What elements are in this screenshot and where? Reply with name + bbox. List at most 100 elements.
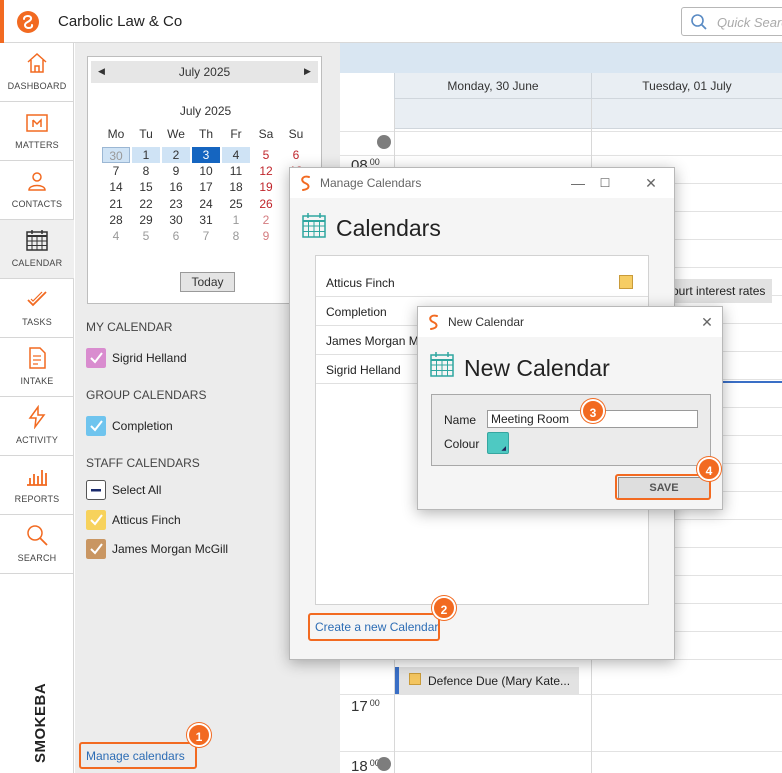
nav-dashboard[interactable]: DASHBOARD xyxy=(0,43,74,102)
today-button[interactable]: Today xyxy=(180,272,235,292)
quick-search-input[interactable]: Quick Search xyxy=(681,7,782,36)
firm-name: Carbolic Law & Co xyxy=(58,13,183,30)
calendar-icon xyxy=(302,213,326,238)
mini-calendar-title: July 2025 xyxy=(179,104,232,118)
calendar-day[interactable]: 1 xyxy=(132,147,160,163)
nav-calendar[interactable]: CALENDAR xyxy=(0,220,74,279)
calendar-day[interactable]: 11 xyxy=(222,163,250,179)
calendar-day[interactable]: 8 xyxy=(132,163,160,179)
calendar-day[interactable]: 30 xyxy=(162,212,190,228)
callout-highlight xyxy=(308,613,440,641)
calendar-day[interactable]: 23 xyxy=(162,196,190,212)
calendar-day[interactable]: 16 xyxy=(162,179,190,195)
name-label: Name xyxy=(444,413,477,427)
calendar-event[interactable]: Defence Due (Mary Kate... xyxy=(395,667,579,694)
calendar-day[interactable]: 26 xyxy=(252,196,280,212)
checkbox-checked-icon xyxy=(86,510,106,530)
callout-badge: 3 xyxy=(581,399,605,423)
intake-doc-icon xyxy=(29,347,46,369)
weekday-label: Su xyxy=(288,127,304,141)
calendar-day[interactable]: 2 xyxy=(162,147,190,163)
colour-picker[interactable]: ◢ xyxy=(487,432,509,454)
scroll-up-icon[interactable] xyxy=(377,135,391,149)
calendar-day[interactable]: 3 xyxy=(192,147,220,163)
my-calendar-heading: MY CALENDAR xyxy=(86,320,173,334)
mini-calendar-header: ◀ July 2025 ▶ xyxy=(91,61,318,83)
calendar-day[interactable]: 29 xyxy=(132,212,160,228)
nav-contacts[interactable]: CONTACTS xyxy=(0,161,74,220)
calendar-event[interactable]: ourt interest rates xyxy=(670,279,772,303)
calendar-day[interactable]: 14 xyxy=(102,179,130,195)
nav-intake[interactable]: INTAKE xyxy=(0,338,74,397)
calendar-day[interactable]: 17 xyxy=(192,179,220,195)
calendar-day[interactable]: 10 xyxy=(192,163,220,179)
calendar-day[interactable]: 4 xyxy=(102,228,130,244)
calendar-day[interactable]: 7 xyxy=(102,163,130,179)
close-icon[interactable]: ✕ xyxy=(642,174,660,192)
all-day-band xyxy=(394,99,782,129)
calendar-day[interactable]: 28 xyxy=(102,212,130,228)
nav-label: MATTERS xyxy=(15,140,59,150)
next-month-icon[interactable]: ▶ xyxy=(304,66,311,77)
nav-label: INTAKE xyxy=(20,376,54,386)
calendar-day[interactable]: 6 xyxy=(162,228,190,244)
checkbox-checked-icon xyxy=(86,416,106,436)
nav-label: SEARCH xyxy=(17,553,57,563)
calendar-day[interactable]: 8 xyxy=(222,228,250,244)
calendar-day[interactable]: 9 xyxy=(252,228,280,244)
close-icon[interactable]: ✕ xyxy=(698,313,716,331)
calendar-day[interactable]: 12 xyxy=(252,163,280,179)
search-icon xyxy=(27,525,48,546)
smokeball-logo-icon xyxy=(17,11,39,33)
search-placeholder: Quick Search xyxy=(717,15,782,30)
calendar-day[interactable]: 2 xyxy=(252,212,280,228)
calendar-day[interactable]: 31 xyxy=(192,212,220,228)
day-header-monday[interactable]: Monday, 30 June xyxy=(394,73,591,99)
calendar-day[interactable]: 6 xyxy=(282,147,310,163)
checkbox-indeterminate-icon xyxy=(86,480,106,500)
weekday-label: Mo xyxy=(107,127,125,141)
nav-tasks[interactable]: TASKS xyxy=(0,279,74,338)
calendar-list-item[interactable]: Atticus Finch xyxy=(316,268,648,297)
callout-badge: 1 xyxy=(187,723,211,747)
scroll-down-icon[interactable] xyxy=(377,757,391,771)
dialog-title-bar: Manage Calendars — ☐ ✕ xyxy=(290,168,674,198)
calendar-day[interactable]: 5 xyxy=(252,147,280,163)
event-title: ourt interest rates xyxy=(672,284,766,298)
current-time-line xyxy=(722,381,782,383)
calendar-day[interactable]: 25 xyxy=(222,196,250,212)
nav-activity[interactable]: ACTIVITY xyxy=(0,397,74,456)
calendar-day[interactable]: 22 xyxy=(132,196,160,212)
staff-calendars-heading: STAFF CALENDARS xyxy=(86,456,200,470)
checkbox-checked-icon xyxy=(86,539,106,559)
calendar-day[interactable]: 5 xyxy=(132,228,160,244)
calendar-day[interactable]: 1 xyxy=(222,212,250,228)
calendar-day[interactable]: 4 xyxy=(222,147,250,163)
calendar-day[interactable]: 19 xyxy=(252,179,280,195)
calendar-day[interactable]: 21 xyxy=(102,196,130,212)
mini-calendar: ◀ July 2025 ▶ July 2025 Mo Tu We Th Fr Sa Su 30… xyxy=(87,56,322,304)
weekday-label: We xyxy=(167,127,185,141)
minimize-icon[interactable]: — xyxy=(569,174,587,192)
calendar-day[interactable]: 30 xyxy=(102,147,130,163)
tasks-check-icon xyxy=(27,291,47,307)
people-icon xyxy=(28,172,46,191)
nav-label: TASKS xyxy=(22,317,52,327)
maximize-icon[interactable]: ☐ xyxy=(596,174,614,192)
nav-label: DASHBOARD xyxy=(7,81,67,91)
callout-badge: 2 xyxy=(432,596,456,620)
nav-matters[interactable]: MATTERS xyxy=(0,102,74,161)
calendar-day[interactable]: 7 xyxy=(192,228,220,244)
callout-badge: 4 xyxy=(697,457,721,481)
nav-label: REPORTS xyxy=(14,494,60,504)
calendar-icon xyxy=(430,352,454,377)
weekday-label: Tu xyxy=(139,127,153,141)
colour-label: Colour xyxy=(444,437,480,451)
day-header-tuesday[interactable]: Tuesday, 01 July xyxy=(591,73,782,99)
nav-search[interactable]: SEARCH xyxy=(0,515,74,574)
calendar-day[interactable]: 9 xyxy=(162,163,190,179)
nav-reports[interactable]: REPORTS xyxy=(0,456,74,515)
calendar-day[interactable]: 24 xyxy=(192,196,220,212)
calendar-day[interactable]: 18 xyxy=(222,179,250,195)
calendar-day[interactable]: 15 xyxy=(132,179,160,195)
